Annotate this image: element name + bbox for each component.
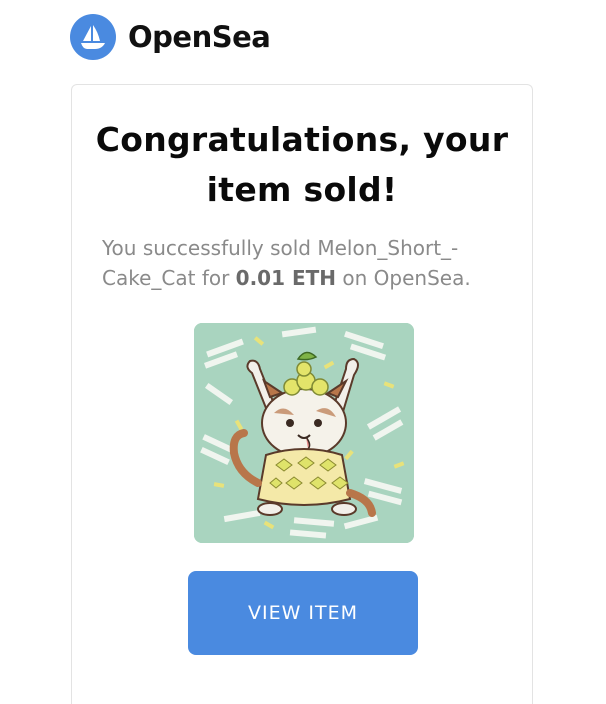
sale-price: 0.01 ETH [235,266,337,290]
view-item-button[interactable]: VIEW ITEM [188,571,418,655]
brand-name: OpenSea [128,20,271,54]
cat-illustration-image[interactable] [194,323,414,543]
email-header: OpenSea [70,14,271,60]
headline: Congratulations, your item sold! [95,120,509,209]
opensea-logo-icon[interactable] [70,14,116,60]
sale-message: You successfully sold Melon_Short_-Cake_… [102,233,502,293]
message-suffix: on OpenSea. [336,266,471,290]
notification-card: Congratulations, your item sold! You suc… [71,84,533,704]
